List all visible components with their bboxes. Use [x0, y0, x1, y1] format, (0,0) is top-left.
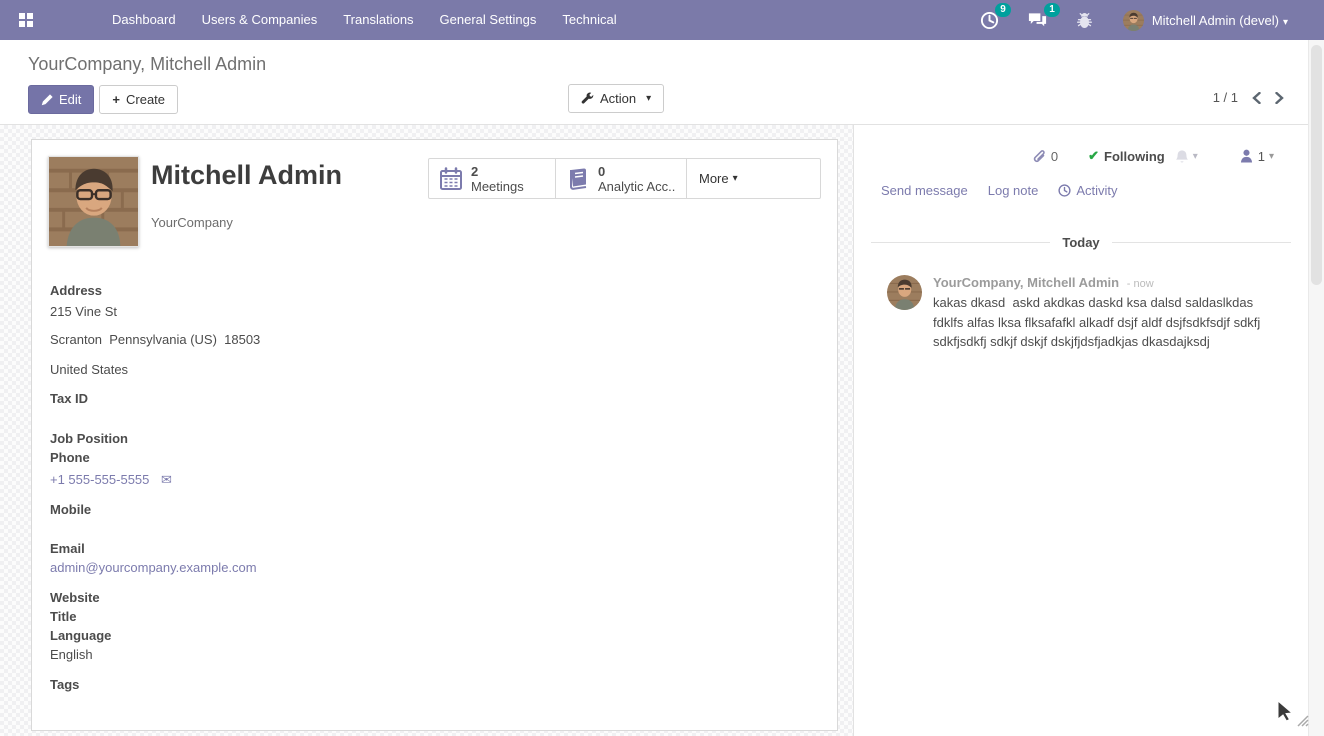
meetings-stat-button[interactable]: 2Meetings	[429, 159, 556, 198]
log-note-button[interactable]: Log note	[988, 183, 1039, 198]
message-count-badge: 1	[1044, 3, 1060, 17]
calendar-icon	[439, 167, 463, 191]
stat-button-box: 2Meetings 0Analytic Acc... More ▾	[428, 158, 821, 199]
chevron-down-icon: ▾	[1283, 17, 1288, 28]
followers-dropdown-button[interactable]: 1 ▾	[1240, 149, 1274, 164]
chevron-down-icon: ▾	[1193, 151, 1198, 162]
email-link[interactable]: admin@yourcompany.example.com	[50, 560, 257, 575]
title-label: Title	[50, 607, 821, 626]
analytic-accounts-stat-button[interactable]: 0Analytic Acc...	[556, 159, 687, 198]
pager: 1 / 1	[1213, 90, 1284, 105]
phone-label: Phone	[50, 448, 821, 467]
following-button[interactable]: ✔ Following	[1088, 148, 1165, 164]
more-dropdown-button[interactable]: More ▾	[687, 159, 820, 198]
pager-value: 1 / 1	[1213, 90, 1238, 105]
page-title: Mitchell Admin	[151, 160, 342, 191]
country-value: United States	[50, 360, 821, 379]
menu-translations[interactable]: Translations	[330, 0, 426, 40]
bug-icon	[1076, 12, 1093, 29]
address-label: Address	[50, 281, 821, 300]
chatter-message: YourCompany, Mitchell Admin - now kakas …	[854, 275, 1308, 352]
chevron-down-icon: ▾	[733, 173, 738, 184]
pager-next-button[interactable]	[1275, 92, 1284, 104]
vertical-scrollbar[interactable]	[1308, 40, 1324, 736]
user-menu-button[interactable]: Mitchell Admin (devel)▾	[1152, 13, 1288, 28]
activity-clock-icon	[1058, 184, 1071, 197]
chatter-panel: 0 ✔ Following ▾ 1 ▾ Send message	[853, 125, 1308, 736]
activity-systray-button[interactable]: 9	[980, 11, 999, 30]
book-icon	[566, 167, 590, 191]
message-timestamp: - now	[1127, 278, 1154, 290]
message-author[interactable]: YourCompany, Mitchell Admin	[933, 275, 1119, 290]
follower-person-icon	[1240, 149, 1253, 163]
contact-photo	[48, 156, 139, 247]
message-author-avatar	[887, 275, 922, 310]
scrollbar-thumb[interactable]	[1311, 45, 1322, 285]
debug-systray-button[interactable]	[1076, 12, 1093, 29]
check-icon: ✔	[1088, 148, 1099, 164]
sms-envelope-icon[interactable]: ✉	[161, 472, 172, 487]
date-separator: Today	[854, 235, 1308, 250]
email-label: Email	[50, 539, 821, 558]
form-view-background: Mitchell Admin YourCompany 2Meetings	[0, 125, 853, 736]
paperclip-icon	[1032, 148, 1046, 164]
send-message-button[interactable]: Send message	[881, 183, 968, 198]
wrench-icon	[581, 92, 594, 105]
mobile-label: Mobile	[50, 500, 821, 519]
job-position-label: Job Position	[50, 429, 821, 448]
breadcrumb: YourCompany, Mitchell Admin	[28, 54, 266, 75]
message-text: kakas dkasd askd akdkas daskd ksa dalsd …	[933, 293, 1275, 352]
menu-general-settings[interactable]: General Settings	[427, 0, 550, 40]
attachments-button[interactable]: 0	[1032, 148, 1058, 164]
user-avatar	[1123, 10, 1144, 31]
contact-fields: Address 215 Vine St Scranton Pennsylvani…	[48, 281, 821, 694]
odoo-settings-contact-page: Dashboard Users & Companies Translations…	[0, 0, 1324, 736]
city-state-zip-value: Scranton Pennsylvania (US) 18503	[50, 330, 821, 349]
company-name: YourCompany	[151, 215, 342, 230]
website-label: Website	[50, 588, 821, 607]
control-panel: YourCompany, Mitchell Admin Edit + Creat…	[0, 40, 1324, 125]
street-value: 215 Vine St	[50, 302, 821, 321]
tags-label: Tags	[50, 675, 821, 694]
action-dropdown-button[interactable]: Action ▾	[568, 84, 664, 113]
create-button[interactable]: + Create	[99, 85, 178, 114]
language-label: Language	[50, 626, 821, 645]
edit-button[interactable]: Edit	[28, 85, 94, 114]
language-value: English	[50, 645, 821, 664]
activity-count-badge: 9	[995, 3, 1011, 17]
bell-icon	[1175, 149, 1189, 164]
messages-systray-button[interactable]: 1	[1027, 11, 1048, 29]
pencil-icon	[41, 94, 53, 106]
chevron-down-icon: ▾	[1269, 151, 1274, 162]
apps-menu-icon[interactable]	[19, 13, 33, 27]
phone-link[interactable]: +1 555-555-5555	[50, 472, 149, 487]
resize-grip-icon[interactable]	[1293, 711, 1309, 727]
chevron-down-icon: ▾	[646, 93, 651, 104]
form-sheet: Mitchell Admin YourCompany 2Meetings	[31, 139, 838, 731]
subscription-dropdown-button[interactable]: ▾	[1175, 149, 1198, 164]
menu-users-companies[interactable]: Users & Companies	[189, 0, 331, 40]
tax-id-label: Tax ID	[50, 389, 821, 408]
schedule-activity-button[interactable]: Activity	[1058, 183, 1117, 198]
menu-dashboard[interactable]: Dashboard	[99, 0, 189, 40]
plus-icon: +	[112, 92, 120, 107]
main-menu-bar: Dashboard Users & Companies Translations…	[99, 0, 630, 40]
pager-previous-button[interactable]	[1252, 92, 1261, 104]
top-navbar: Dashboard Users & Companies Translations…	[0, 0, 1324, 40]
menu-technical[interactable]: Technical	[549, 0, 629, 40]
